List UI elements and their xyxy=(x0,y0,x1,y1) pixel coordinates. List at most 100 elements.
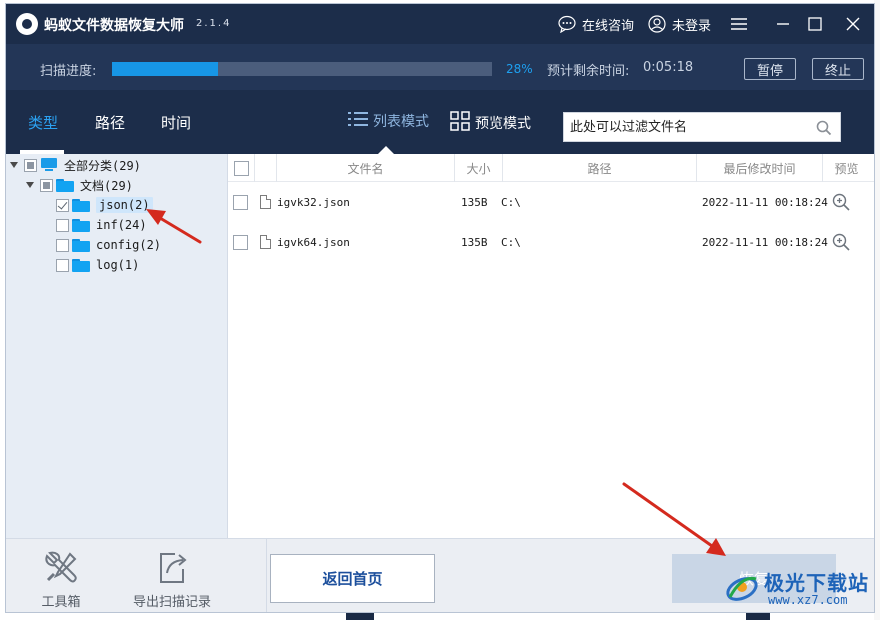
expand-arrow-icon[interactable] xyxy=(10,162,18,168)
header-spacer xyxy=(254,154,276,182)
tree-checkbox[interactable] xyxy=(56,198,69,212)
tree-item-json[interactable]: json(2) xyxy=(56,196,153,214)
row-checkbox-cell xyxy=(233,222,248,262)
tree-item-label: log(1) xyxy=(96,258,140,272)
file-modified: 2022-11-11 00:18:24 xyxy=(702,195,828,209)
background-page-block xyxy=(746,612,770,620)
login-label: 未登录 xyxy=(672,18,712,34)
category-tree: 全部分类(29) 文档(29) json(2) inf(24) config(2… xyxy=(6,154,228,538)
scan-progress-fill xyxy=(112,62,219,76)
file-size: 135B xyxy=(461,235,488,249)
tab-path[interactable]: 路径 xyxy=(95,112,125,133)
list-mode-button[interactable]: 列表模式 xyxy=(348,111,429,131)
file-path: C:\ xyxy=(501,235,521,249)
column-header-size[interactable]: 大小 xyxy=(454,154,502,182)
tree-checkbox[interactable] xyxy=(24,158,37,172)
export-label: 导出扫描记录 xyxy=(132,595,211,610)
table-row[interactable]: igvk64.json 135B C:\ 2022-11-11 00:18:24 xyxy=(228,222,874,262)
app-logo-icon xyxy=(16,13,38,35)
hamburger-menu-icon xyxy=(730,15,748,33)
tree-root[interactable]: 全部分类(29) xyxy=(10,156,141,174)
filter-input[interactable] xyxy=(564,113,804,141)
grid-icon xyxy=(450,111,470,135)
file-icon xyxy=(260,235,271,249)
tree-item-inf[interactable]: inf(24) xyxy=(56,216,147,234)
search-icon[interactable] xyxy=(816,120,832,140)
export-scan-record-button[interactable]: 导出扫描记录 xyxy=(124,549,220,610)
scan-progress-bar xyxy=(112,62,492,76)
file-name-cell: igvk32.json xyxy=(260,182,350,222)
column-header-modified[interactable]: 最后修改时间 xyxy=(696,154,822,182)
list-icon xyxy=(348,111,368,131)
tab-type[interactable]: 类型 xyxy=(28,112,58,133)
file-name-cell: igvk64.json xyxy=(260,222,350,262)
background-page-block xyxy=(346,612,374,620)
select-all-cell xyxy=(228,154,254,182)
close-button[interactable] xyxy=(844,4,862,44)
file-name: igvk32.json xyxy=(277,195,350,209)
preview-zoom-icon[interactable] xyxy=(832,222,850,262)
menu-button[interactable] xyxy=(730,4,748,44)
list-mode-label: 列表模式 xyxy=(373,114,429,130)
divider xyxy=(266,539,267,612)
tree-item-label: inf(24) xyxy=(96,218,147,232)
remaining-time-value: 0:05:18 xyxy=(643,60,694,75)
maximize-icon xyxy=(806,15,824,33)
return-home-button[interactable]: 返回首页 xyxy=(270,554,435,603)
watermark-logo-icon xyxy=(724,569,760,605)
watermark: 极光下载站 www.xz7.com xyxy=(724,565,874,611)
tree-root-label: 全部分类(29) xyxy=(64,158,141,173)
tree-item-label: 文档(29) xyxy=(80,178,133,193)
preview-zoom-icon[interactable] xyxy=(832,182,850,222)
toolbox-button[interactable]: 工具箱 xyxy=(36,549,86,610)
row-checkbox[interactable] xyxy=(233,194,248,210)
pause-button[interactable]: 暂停 xyxy=(744,58,796,80)
expand-arrow-icon[interactable] xyxy=(26,182,34,188)
app-title: 蚂蚁文件数据恢复大师 xyxy=(44,18,184,34)
preview-mode-button[interactable]: 预览模式 xyxy=(450,111,531,135)
preview-mode-label: 预览模式 xyxy=(475,116,531,132)
tree-item-label: config(2) xyxy=(96,238,162,252)
file-size: 135B xyxy=(461,195,488,209)
select-all-checkbox[interactable] xyxy=(233,160,249,176)
app-window: 蚂蚁文件数据恢复大师 2.1.4 在线咨询 未登录 扫描进度: 28% 预计剩余… xyxy=(5,3,875,613)
scan-progress-percent: 28% xyxy=(506,62,533,76)
tree-item-config[interactable]: config(2) xyxy=(56,236,161,254)
file-list: 文件名 大小 路径 最后修改时间 预览 igvk32.json 135B C:\… xyxy=(228,154,874,538)
row-checkbox[interactable] xyxy=(233,234,248,250)
file-modified: 2022-11-11 00:18:24 xyxy=(702,235,828,249)
minimize-button[interactable] xyxy=(774,4,792,44)
tree-item-docs[interactable]: 文档(29) xyxy=(26,176,133,194)
maximize-button[interactable] xyxy=(806,4,824,44)
tree-checkbox[interactable] xyxy=(56,238,69,252)
file-path: C:\ xyxy=(501,195,521,209)
file-icon xyxy=(260,195,271,209)
toolbox-label: 工具箱 xyxy=(41,595,81,610)
online-consult-label: 在线咨询 xyxy=(582,18,635,34)
folder-icon xyxy=(72,198,90,212)
folder-icon xyxy=(56,178,74,192)
tree-checkbox[interactable] xyxy=(56,258,69,272)
close-icon xyxy=(844,15,862,33)
table-row[interactable]: igvk32.json 135B C:\ 2022-11-11 00:18:24 xyxy=(228,182,874,222)
column-header-path[interactable]: 路径 xyxy=(502,154,696,182)
column-header-preview: 预览 xyxy=(822,154,870,182)
tree-checkbox[interactable] xyxy=(40,178,53,192)
tree-item-log[interactable]: log(1) xyxy=(56,256,139,274)
stop-button[interactable]: 终止 xyxy=(812,58,864,80)
active-view-indicator xyxy=(378,146,394,154)
tab-time[interactable]: 时间 xyxy=(161,112,191,133)
file-name: igvk64.json xyxy=(277,235,350,249)
user-icon xyxy=(648,15,666,33)
title-bar: 蚂蚁文件数据恢复大师 2.1.4 在线咨询 未登录 xyxy=(6,4,874,44)
folder-icon xyxy=(72,218,90,232)
column-header-name[interactable]: 文件名 xyxy=(276,154,454,182)
online-consult-button[interactable]: 在线咨询 xyxy=(558,4,634,44)
login-button[interactable]: 未登录 xyxy=(648,4,711,44)
tree-item-label: json(2) xyxy=(96,197,153,213)
scan-progress-label: 扫描进度: xyxy=(40,64,97,79)
watermark-text: 极光下载站 xyxy=(764,571,869,595)
tools-icon xyxy=(42,549,80,591)
export-icon xyxy=(153,549,191,591)
tree-checkbox[interactable] xyxy=(56,218,69,232)
